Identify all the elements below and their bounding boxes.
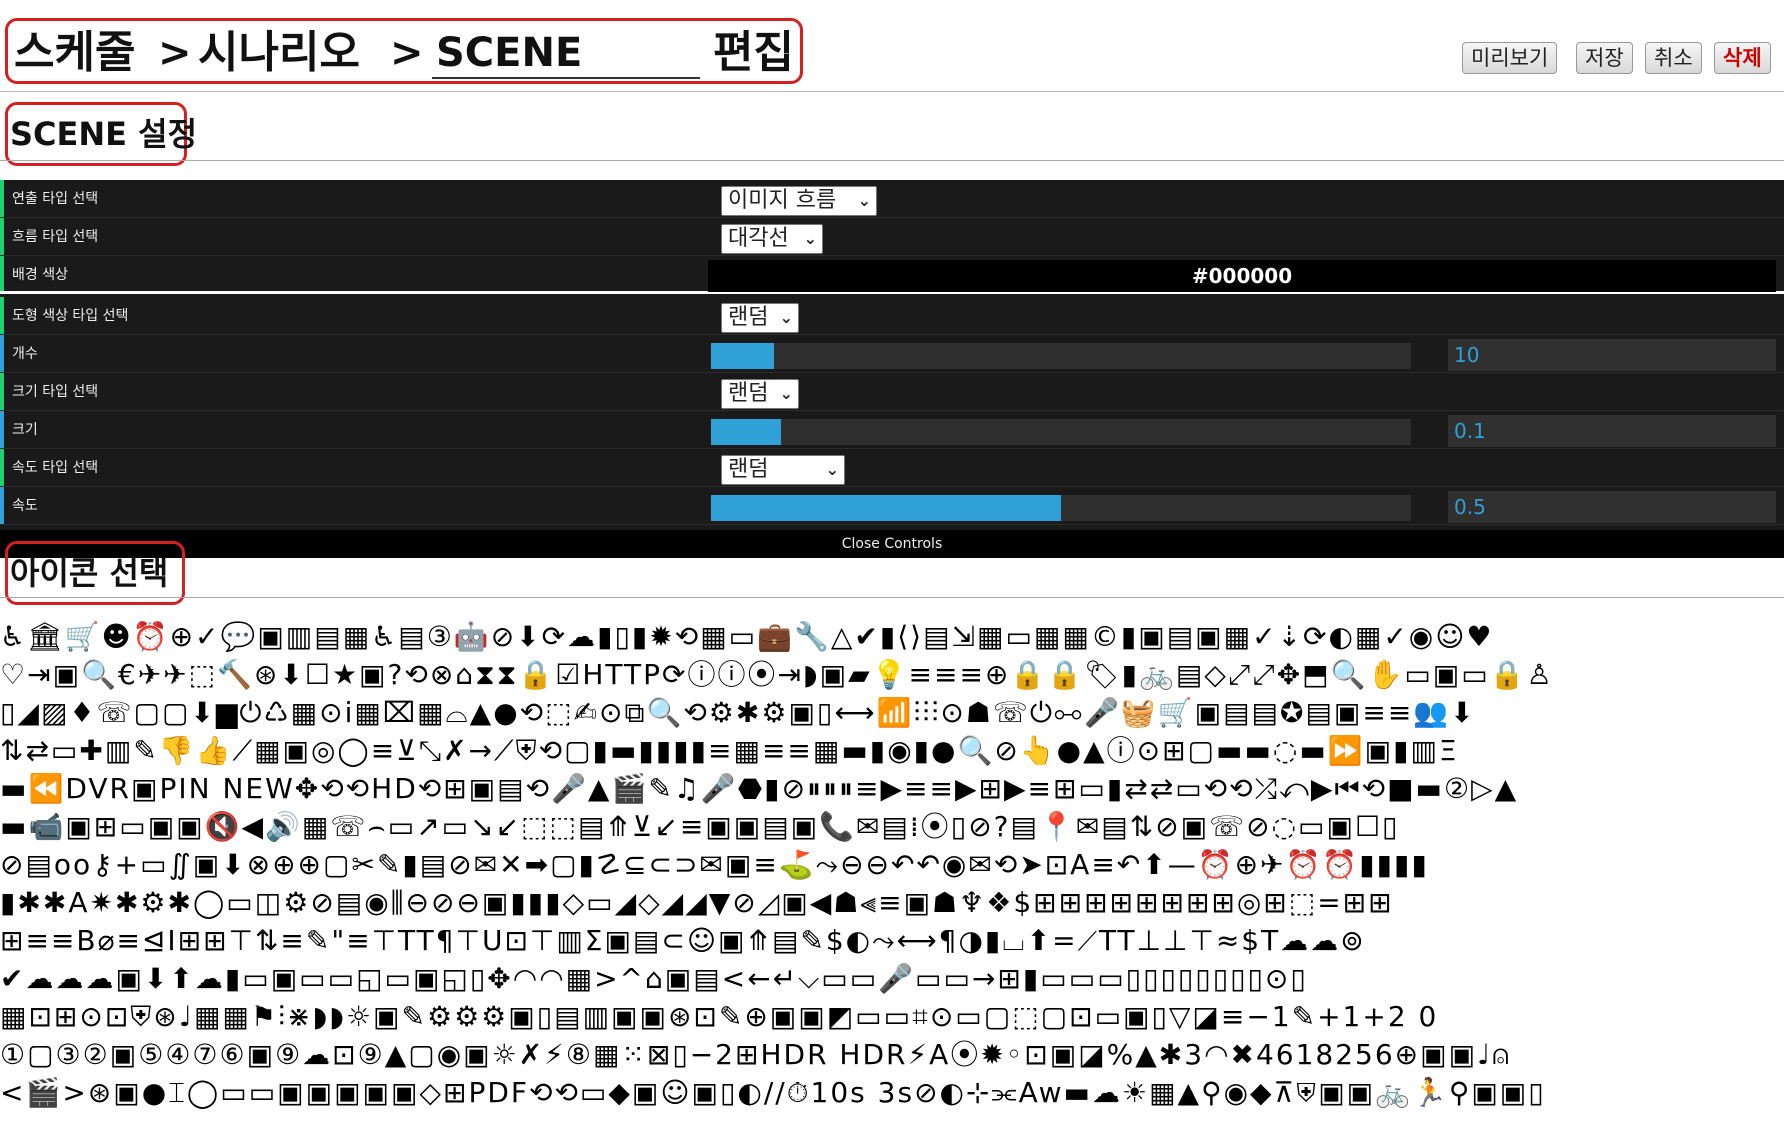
speed-slider[interactable] bbox=[711, 495, 1411, 521]
icon-row[interactable]: ▬⏪DVR▣PIN NEW✥⟲⟲HD⟲⊞▣▤⟲🎤▲🎬✎♫🎤⬣▮⊘⏸⏸⏸≡▶≡≡▶… bbox=[0, 770, 1518, 808]
preview-button[interactable]: 미리보기 bbox=[1462, 42, 1558, 74]
row-accent bbox=[0, 373, 4, 410]
slider-fill bbox=[711, 343, 774, 369]
select-value: 이미지 흐름 bbox=[728, 188, 837, 213]
select-value: 랜덤 bbox=[728, 457, 769, 482]
row-accent bbox=[0, 335, 4, 372]
size-type-select[interactable]: 랜덤 ⌄ bbox=[721, 379, 799, 409]
scene-settings-heading: SCENE 설정 bbox=[5, 102, 197, 166]
control-row-effect-type: 연출 타입 선택 이미지 흐름 ⌄ bbox=[0, 180, 1784, 218]
breadcrumb-separator: > bbox=[390, 30, 424, 76]
bg-color-input[interactable]: #000000 bbox=[708, 260, 1776, 292]
divider bbox=[0, 160, 1784, 161]
cancel-button[interactable]: 취소 bbox=[1645, 42, 1702, 74]
icon-row[interactable]: ♡⇥▣🔍€✈✈⬚🔨⊛⬇☐★▣?⟲⊗⌂⧗⧗🔒☑HTTP⟳ⓘⓘ⦿⇥◗▣▰💡≡≡≡⊕🔒… bbox=[0, 656, 1554, 694]
title-box: 스케줄 > 시나리오 > 편집 bbox=[5, 18, 803, 84]
icon-row[interactable]: ⇅⇄▭✚▥✎👎👍⟋▦▣◎◯≡⊻⤡✗→⟋⛨⟲▢▮▬▮▮▮▮≡▦≡≡▦▬▮◉▮●🔍⊘… bbox=[0, 732, 1459, 770]
shape-color-type-select[interactable]: 랜덤 ⌄ bbox=[721, 303, 799, 333]
row-accent bbox=[0, 449, 4, 486]
breadcrumb-separator: > bbox=[158, 30, 192, 76]
row-accent bbox=[0, 218, 4, 255]
icon-row[interactable]: ⊘▤oo⚷+▭∬▣⬇⊗⊕⊕▢✂✎▮▤⊘✉✕➡▢▮☡⊆⊂⊃✉▣≡⛳⤳⊖⊖↶↶◉✉⟲… bbox=[0, 846, 1429, 884]
control-label: 흐름 타입 선택 bbox=[12, 229, 99, 245]
delete-button[interactable]: 삭제 bbox=[1714, 42, 1771, 74]
icon-row[interactable]: ▮✱✱A✷✱⚙✱◯▭◫⚙⊘▤◉⫼⊖⊘⊖▣▮▮▮◇▭◢◇◢◢▼⊘◿▣◀☗⫷≡▣☗♆… bbox=[0, 884, 1394, 922]
select-value: 대각선 bbox=[728, 226, 789, 251]
row-accent bbox=[0, 256, 4, 291]
breadcrumb-scenario[interactable]: 시나리오 bbox=[198, 27, 360, 79]
slider-fill bbox=[711, 419, 781, 445]
close-controls-button[interactable]: Close Controls bbox=[0, 530, 1784, 558]
slider-fill bbox=[711, 495, 1061, 521]
row-accent bbox=[0, 411, 4, 448]
control-label: 개수 bbox=[12, 346, 38, 362]
chevron-down-icon: ⌄ bbox=[825, 460, 839, 479]
control-row-shape-color-type: 도형 색상 타입 선택 랜덤 ⌄ bbox=[0, 297, 1784, 335]
chevron-down-icon: ⌄ bbox=[779, 308, 793, 327]
icon-row[interactable]: ▯◢▨♦☏▢▢⬇▆⏻♺▦⊙ⅰ▦⌧▦⌓▲●⟲⬚✍⊙⧉🔍⟲⚙✱⚙▣▯⟷📶⫶⫶⫶⊙☗☏… bbox=[0, 694, 1476, 732]
effect-type-select[interactable]: 이미지 흐름 ⌄ bbox=[721, 186, 877, 216]
control-label: 크기 타입 선택 bbox=[12, 384, 99, 400]
controls-panel: 연출 타입 선택 이미지 흐름 ⌄ 흐름 타입 선택 대각선 ⌄ 배경 색상 #… bbox=[0, 180, 1784, 558]
control-row-speed: 속도 0.5 bbox=[0, 487, 1784, 525]
speed-value-input[interactable]: 0.5 bbox=[1448, 491, 1776, 523]
control-label: 도형 색상 타입 선택 bbox=[12, 308, 129, 324]
scene-name-input[interactable] bbox=[432, 29, 700, 79]
divider bbox=[0, 597, 1784, 598]
control-label: 속도 타입 선택 bbox=[12, 460, 99, 476]
save-button[interactable]: 저장 bbox=[1576, 42, 1633, 74]
control-row-speed-type: 속도 타입 선택 랜덤 ⌄ bbox=[0, 449, 1784, 487]
control-row-bg-color: 배경 색상 #000000 bbox=[0, 256, 1784, 294]
size-value-input[interactable]: 0.1 bbox=[1448, 415, 1776, 447]
select-value: 랜덤 bbox=[728, 305, 769, 330]
icon-select-heading: 아이콘 선택 bbox=[5, 541, 185, 605]
control-label: 크기 bbox=[12, 422, 38, 438]
icon-row[interactable]: <🎬>⊛▣●⌶◯▭▭▣▣▣▣▣◇⊞PDF⟲⟲▭◆▣☺▣▯◐//⏱10s 3s⊘◐… bbox=[0, 1074, 1546, 1112]
row-accent bbox=[0, 297, 4, 334]
control-label: 연출 타입 선택 bbox=[12, 191, 99, 207]
page-header: 스케줄 > 시나리오 > 편집 미리보기 저장 취소 삭제 bbox=[0, 0, 1784, 92]
select-value: 랜덤 bbox=[728, 381, 769, 406]
icon-row[interactable]: ⊞≡≡B⌀≡⊴I⊞⊞⊤⇅≡✎"≡⊤TT¶⊤U⊡⊤▥Σ▣▤⊂☺▣⤊▤✎$◐⤳⟷¶◑… bbox=[0, 922, 1366, 960]
edit-label: 편집 bbox=[713, 27, 794, 78]
control-label: 배경 색상 bbox=[12, 267, 68, 283]
icon-row[interactable]: ♿🏛🛒☻⏰⊕✓💬▣▥▤▦♿▤③🤖⊘⬇⟳☁▮▯▮✹⟲▦▭💼🔧△✔▮⟨⟩▤⇲▦▭▦▦… bbox=[0, 618, 1494, 656]
control-label: 속도 bbox=[12, 498, 38, 514]
control-row-count: 개수 10 bbox=[0, 335, 1784, 373]
control-row-flow-type: 흐름 타입 선택 대각선 ⌄ bbox=[0, 218, 1784, 256]
chevron-down-icon: ⌄ bbox=[779, 384, 793, 403]
icon-row[interactable]: ▬📹▣⊞▭▣▣🔇◀🔊▦☏⌢▭↗▭↘↙⬚⬚▤⤊⊻↙≡▣▣▤▣📞✉▤⁞⦿▯⊘?▤📍✉… bbox=[0, 808, 1399, 846]
size-slider[interactable] bbox=[711, 419, 1411, 445]
count-value-input[interactable]: 10 bbox=[1448, 339, 1776, 371]
breadcrumb-schedule[interactable]: 스케줄 bbox=[14, 27, 135, 79]
speed-type-select[interactable]: 랜덤 ⌄ bbox=[721, 455, 845, 485]
row-accent bbox=[0, 180, 4, 217]
count-slider[interactable] bbox=[711, 343, 1411, 369]
control-row-size: 크기 0.1 bbox=[0, 411, 1784, 449]
chevron-down-icon: ⌄ bbox=[803, 229, 817, 248]
icon-row[interactable]: ▦⊡⊞⊙⊡⛨⊛♩▦▦⚑⫶⋇◗◗☼▣✎⚙⚙⚙▣▯▤▥▣▣⊛⊡✎⊕▣▣◩▭▭⌗⊙▭▢… bbox=[0, 998, 1438, 1036]
icon-row[interactable]: ①▢③②▣⑤④⑦⑥▣⑨☁⊡⑨▲▢◉▣☼✗⚡⑧▦⁙⊠▯−2⊞HDR HDR⚡A⦿✹… bbox=[0, 1036, 1511, 1074]
icon-row[interactable]: ✔☁☁☁▣⬇⬆☁▮▭▣▭▭◱▭▣◱▯✥◠◠▦>^⌂▣▤<←↵⌵▭▭🎤▭▭→⊞▮▭… bbox=[0, 960, 1308, 998]
icon-grid: ♿🏛🛒☻⏰⊕✓💬▣▥▤▦♿▤③🤖⊘⬇⟳☁▮▯▮✹⟲▦▭💼🔧△✔▮⟨⟩▤⇲▦▭▦▦… bbox=[0, 618, 1784, 1125]
row-accent bbox=[0, 487, 4, 524]
chevron-down-icon: ⌄ bbox=[857, 191, 871, 210]
control-row-size-type: 크기 타입 선택 랜덤 ⌄ bbox=[0, 373, 1784, 411]
flow-type-select[interactable]: 대각선 ⌄ bbox=[721, 224, 823, 254]
